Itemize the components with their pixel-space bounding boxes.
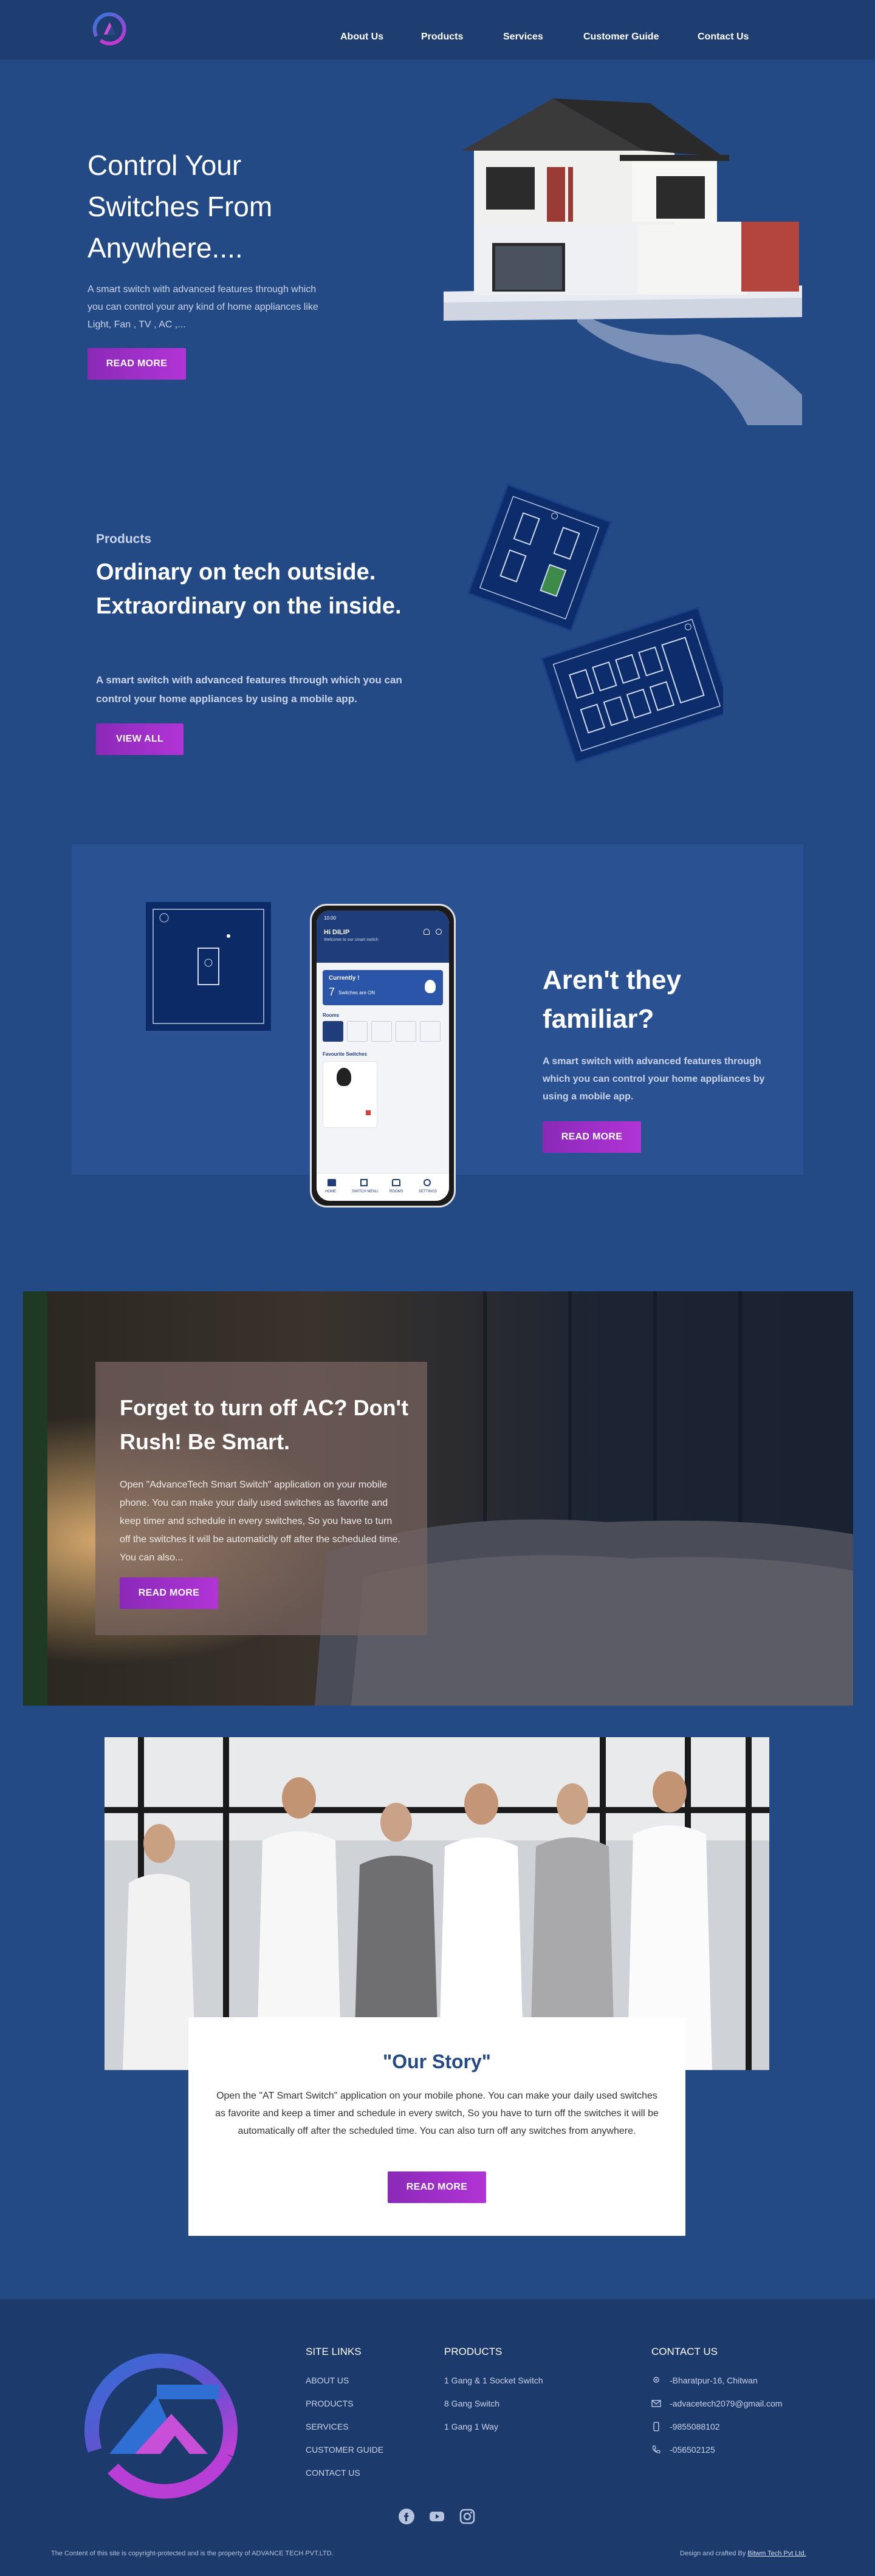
- footer-link-contact-us[interactable]: CONTACT US: [306, 2468, 360, 2478]
- footer-telephone[interactable]: -056502125: [670, 2445, 715, 2455]
- phone-switches-on-label: Switches are ON: [338, 990, 376, 996]
- phone-status-time: 10:00: [324, 915, 337, 921]
- our-story-title: "Our Story": [383, 2051, 491, 2072]
- phone-currently-card: Currently ! 7 Switches are ON: [323, 970, 443, 1005]
- location-pin-icon: [651, 2376, 661, 2385]
- familiar-read-more-button[interactable]: READ MORE: [543, 1121, 641, 1153]
- crafted-by-prefix: Design and crafted By: [680, 2550, 746, 2557]
- lightbulb-icon: [337, 1068, 351, 1086]
- lightbulb-icon: [425, 980, 436, 993]
- footer-link-customer-guide[interactable]: CUSTOMER GUIDE: [306, 2445, 383, 2455]
- nav-products[interactable]: Products: [421, 32, 463, 43]
- hero-read-more-button[interactable]: READ MORE: [88, 348, 186, 380]
- rooms-icon[interactable]: [392, 1179, 400, 1186]
- footer-link-products[interactable]: PRODUCTS: [306, 2399, 354, 2408]
- house-in-hand-illustration: [444, 98, 802, 425]
- products-title: Ordinary on tech outside. Extraordinary …: [96, 559, 402, 619]
- familiar-description: A smart switch with advanced features th…: [543, 1056, 765, 1102]
- phone-tab-switch-menu[interactable]: SWITCH MENU: [352, 1190, 378, 1194]
- nav-about-us[interactable]: About Us: [340, 32, 383, 43]
- phone-mockup: 10:00 Hi DILIP Welcome to our smart swit…: [310, 904, 456, 1208]
- copyright-text: The Content of this site is copyright-pr…: [51, 2550, 334, 2557]
- phone-settings-icon[interactable]: [436, 929, 442, 935]
- crafted-by-link[interactable]: Bitwm Tech Pvt Ltd.: [747, 2550, 806, 2557]
- phone-bottom-tabbar: [317, 1173, 449, 1201]
- crafted-by-text: Design and crafted By Bitwm Tech Pvt Ltd…: [680, 2550, 806, 2557]
- nav-services[interactable]: Services: [503, 32, 543, 43]
- phone-room-chip[interactable]: [396, 1021, 416, 1042]
- facebook-icon[interactable]: [397, 2507, 416, 2526]
- top-navbar: [0, 0, 875, 60]
- phone-switch-count: 7: [329, 986, 335, 998]
- nav-contact-us[interactable]: Contact Us: [698, 32, 749, 43]
- ac-read-more-button[interactable]: READ MORE: [120, 1577, 218, 1609]
- phone-favourite-label: Favourite Switches: [323, 1051, 367, 1057]
- footer-link-about-us[interactable]: ABOUT US: [306, 2376, 349, 2385]
- grid-icon[interactable]: [360, 1179, 368, 1186]
- products-label: Products: [96, 532, 152, 546]
- footer-product-link[interactable]: 1 Gang & 1 Socket Switch: [444, 2376, 543, 2385]
- our-story-description: Open the "AT Smart Switch" application o…: [215, 2091, 659, 2136]
- phone-room-chip[interactable]: [420, 1021, 441, 1042]
- footer-mobile[interactable]: -9855088102: [670, 2422, 720, 2431]
- hero-title: Control Your Switches From Anywhere....: [88, 149, 273, 264]
- instagram-icon[interactable]: [458, 2507, 476, 2526]
- phone-room-chip[interactable]: [347, 1021, 368, 1042]
- familiar-title: Aren't they familiar?: [543, 965, 682, 1034]
- footer-brand-logo: [84, 2353, 238, 2499]
- phone-room-chip[interactable]: [371, 1021, 392, 1042]
- toggle-on-indicator[interactable]: [366, 1110, 371, 1115]
- phone-bell-icon[interactable]: [424, 929, 430, 935]
- smart-switch-panels-illustration: [468, 483, 723, 764]
- phone-welcome-text: Welcome to our smart switch: [324, 938, 379, 942]
- mail-icon: [651, 2399, 661, 2408]
- phone-currently-label: Currently !: [329, 975, 360, 982]
- settings-icon[interactable]: [424, 1179, 431, 1186]
- home-icon[interactable]: [328, 1179, 336, 1186]
- footer-contact-heading: CONTACT US: [651, 2346, 718, 2357]
- phone-tab-rooms[interactable]: ROOMS: [389, 1190, 403, 1194]
- phone-room-chip[interactable]: [323, 1021, 343, 1042]
- our-story-read-more-button[interactable]: READ MORE: [388, 2171, 486, 2203]
- nav-customer-guide[interactable]: Customer Guide: [583, 32, 659, 43]
- footer-site-links-heading: SITE LINKS: [306, 2346, 362, 2357]
- hero-description: A smart switch with advanced features th…: [88, 284, 318, 330]
- phone-screen: 10:00 Hi DILIP Welcome to our smart swit…: [317, 910, 449, 1201]
- youtube-icon[interactable]: [428, 2507, 446, 2526]
- footer-link-services[interactable]: SERVICES: [306, 2422, 349, 2431]
- telephone-icon: [651, 2445, 661, 2455]
- single-switch-panel-illustration: [146, 902, 271, 1031]
- footer-product-link[interactable]: 1 Gang 1 Way: [444, 2422, 498, 2431]
- phone-rooms-label: Rooms: [323, 1013, 340, 1018]
- footer-email[interactable]: -advacetech2079@gmail.com: [670, 2399, 782, 2408]
- ac-title: Forget to turn off AC? Don't Rush! Be Sm…: [120, 1395, 409, 1454]
- brand-logo[interactable]: [88, 7, 129, 49]
- phone-tab-settings[interactable]: SETTINGS: [419, 1190, 437, 1194]
- ac-description: Open "AdvanceTech Smart Switch" applicat…: [120, 1480, 400, 1563]
- phone-tab-home[interactable]: HOME: [325, 1190, 336, 1194]
- footer-address: -Bharatpur-16, Chitwan: [670, 2376, 758, 2385]
- footer-products-heading: PRODUCTS: [444, 2346, 503, 2357]
- phone-greeting: Hi DILIP: [324, 929, 350, 936]
- products-description: A smart switch with advanced features th…: [96, 674, 402, 705]
- phone-favourite-switch-card[interactable]: [323, 1061, 377, 1128]
- mobile-phone-icon: [651, 2422, 661, 2431]
- view-all-button[interactable]: VIEW ALL: [96, 723, 184, 755]
- footer-product-link[interactable]: 8 Gang Switch: [444, 2399, 499, 2408]
